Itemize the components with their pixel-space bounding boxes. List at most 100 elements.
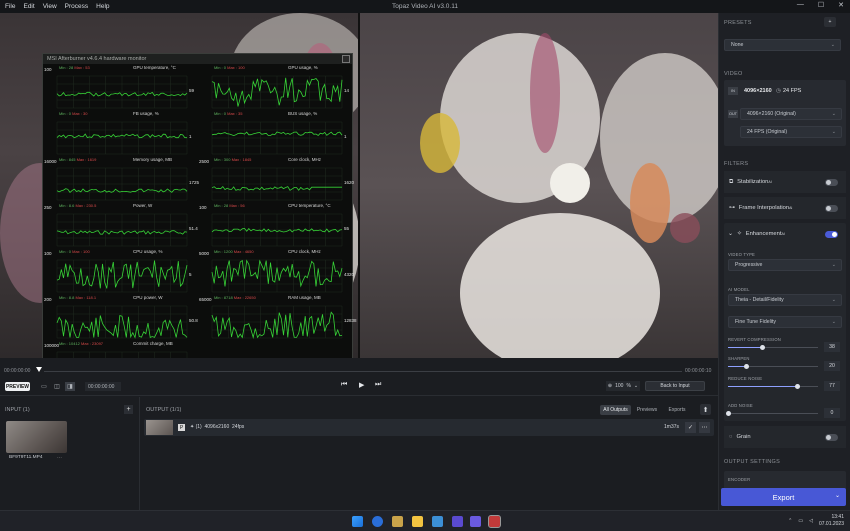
ai-mode-value: Fine Tune Fidelity — [735, 319, 776, 325]
frame-interpolation-row[interactable]: ⊶ Frame Interpolation AI — [724, 197, 846, 219]
revert-compression-slider[interactable] — [728, 345, 818, 350]
playhead-marker[interactable] — [36, 367, 42, 372]
export-arrow-button[interactable]: ⬆ — [700, 404, 711, 415]
play-icon[interactable]: ▶ — [359, 381, 364, 389]
msi-axis-top: 5000 — [199, 251, 210, 256]
sharpen-slider[interactable] — [728, 364, 818, 369]
edge-icon[interactable] — [372, 516, 383, 527]
grain-toggle[interactable] — [825, 434, 838, 441]
zoom-control[interactable]: ⊕ 100 % ⌄ — [606, 381, 640, 391]
msi-title: MSI Afterburner v4.6.4 hardware monitor — [43, 54, 352, 64]
msi-max: Max : 23097 — [81, 341, 104, 346]
timeline-track[interactable] — [44, 371, 682, 372]
msi-max: Max : 4650 — [233, 249, 254, 254]
msi-max: Max : 100 — [72, 249, 90, 254]
output-thumbnail — [146, 420, 173, 435]
timeline[interactable]: 00:00:00:00 00:00:00:10 — [0, 358, 718, 378]
revert-compression-value[interactable]: 38 — [824, 342, 840, 352]
input-fps: 24 FPS — [783, 88, 802, 94]
close-icon[interactable]: ✕ — [838, 1, 844, 9]
stabilization-toggle[interactable] — [825, 179, 838, 186]
output-resolution-value: 4096×2160 (Original) — [747, 111, 796, 117]
next-frame-icon[interactable]: ⏭ — [375, 381, 381, 389]
preset-select[interactable]: None ⌄ — [724, 39, 841, 51]
app-icon[interactable] — [392, 516, 403, 527]
slider-knob[interactable] — [795, 384, 801, 389]
window-title: Topaz Video AI v3.0.11 — [392, 3, 458, 10]
side-by-side-icon[interactable]: ◫ — [52, 382, 62, 391]
msi-max: Max : 22650 — [233, 295, 256, 300]
frame-interpolation-toggle[interactable] — [825, 205, 838, 212]
output-row[interactable]: P ✦ (1) 4096x2160 24fps 1m37s ✓ ⋯ — [144, 419, 714, 436]
chevron-down-icon[interactable]: ⌄ — [835, 492, 840, 499]
msi-min: Min : 0 — [214, 111, 228, 116]
tab-previews[interactable]: Previews — [634, 405, 660, 415]
store-icon[interactable] — [432, 516, 443, 527]
prev-frame-icon[interactable]: ⏮ — [341, 381, 347, 389]
folder-icon[interactable] — [412, 516, 423, 527]
video-card: IN 4096×2160 ◷ 24 FPS OUT 4096×2160 (Ori… — [724, 80, 846, 146]
more-icon[interactable]: ⋯ — [699, 422, 710, 433]
output-resolution-select[interactable]: 4096×2160 (Original) ⌄ — [740, 108, 842, 120]
input-filename: BF9T9T11.MP4 — [9, 455, 43, 460]
export-button[interactable]: Export ⌄ — [721, 488, 846, 506]
msi-current-value: 51.4 — [189, 226, 198, 231]
add-noise-value[interactable]: 0 — [824, 408, 840, 418]
enhancement-toggle[interactable] — [825, 231, 838, 238]
msi-current-value: 1620 — [344, 180, 355, 185]
ai-model-select[interactable]: Theia - Detail/Fidelity ⌄ — [728, 294, 842, 306]
back-to-input-button[interactable]: Back to Input — [645, 381, 705, 391]
minimize-icon[interactable]: — — [797, 1, 804, 9]
output-preview-image — [360, 13, 718, 358]
single-view-icon[interactable]: ▭ — [39, 382, 49, 391]
msi-axis-top: 100 — [44, 67, 52, 72]
output-header: OUTPUT (1/1) — [146, 407, 182, 413]
add-noise-slider[interactable] — [726, 411, 818, 416]
ai-badge: AI — [789, 206, 793, 210]
slider-knob[interactable] — [726, 411, 731, 416]
add-preset-button[interactable]: + — [824, 17, 836, 27]
input-thumbnail[interactable] — [6, 421, 67, 453]
clock[interactable]: 13:41 07.01.2023 — [819, 514, 844, 527]
input-header: INPUT (1) — [5, 407, 30, 413]
msi-afterburner-icon[interactable] — [488, 515, 501, 528]
msi-afterburner-window[interactable]: MSI Afterburner v4.6.4 hardware monitor … — [42, 53, 357, 393]
chevron-down-icon: ⌄ — [830, 42, 835, 48]
chevron-up-icon[interactable]: ⌃ — [788, 518, 792, 524]
tab-exports[interactable]: Exports — [664, 405, 690, 415]
stabilization-row[interactable]: ⧉ Stabilization AI — [724, 171, 846, 193]
topaz-alt-icon[interactable] — [470, 516, 481, 527]
msi-min: Min : 0 — [59, 249, 73, 254]
more-icon[interactable]: ⋯ — [57, 455, 62, 461]
tab-all-outputs[interactable]: All Outputs — [600, 405, 631, 415]
msi-graph-label: GPU usage, % — [288, 65, 318, 70]
msi-graph-label: GPU temperature, °C — [133, 65, 176, 70]
timecode-field[interactable]: 00:00:00:00 — [85, 382, 121, 391]
reduce-noise-value[interactable]: 77 — [824, 381, 840, 391]
stabilization-label: Stabilization — [737, 179, 769, 185]
split-divider[interactable] — [358, 13, 360, 358]
volume-icon[interactable]: ◁ — [809, 518, 813, 524]
output-fps-select[interactable]: 24 FPS (Original) ⌄ — [740, 126, 842, 138]
sharpen-value[interactable]: 20 — [824, 361, 840, 371]
msi-close-button[interactable] — [342, 55, 350, 63]
slider-knob[interactable] — [760, 345, 766, 350]
network-icon[interactable]: ▭ — [798, 518, 803, 524]
reduce-noise-slider[interactable] — [728, 384, 818, 389]
enhancement-header[interactable]: ⌄ ✧ Enhancement AI — [724, 223, 846, 245]
maximize-icon[interactable]: ☐ — [818, 1, 824, 9]
topaz-icon[interactable] — [452, 516, 463, 527]
msi-max: Max : 30 — [72, 111, 88, 116]
ai-mode-select[interactable]: Fine Tune Fidelity ⌄ — [728, 316, 842, 328]
presets-header: PRESETS — [724, 20, 752, 26]
add-input-button[interactable]: + — [124, 405, 133, 414]
grain-row[interactable]: ◌ Grain — [724, 426, 846, 448]
preview-button[interactable]: PREVIEW — [5, 382, 30, 391]
slider-knob[interactable] — [744, 364, 749, 369]
check-icon[interactable]: ✓ — [685, 422, 696, 433]
split-view-icon[interactable]: ◨ — [65, 382, 75, 391]
video-type-select[interactable]: Progressive ⌄ — [728, 259, 842, 271]
msi-graph-label: Commit charge, MB — [133, 341, 173, 346]
start-icon[interactable] — [352, 516, 363, 527]
msi-max: Max : 1619 — [76, 157, 97, 162]
